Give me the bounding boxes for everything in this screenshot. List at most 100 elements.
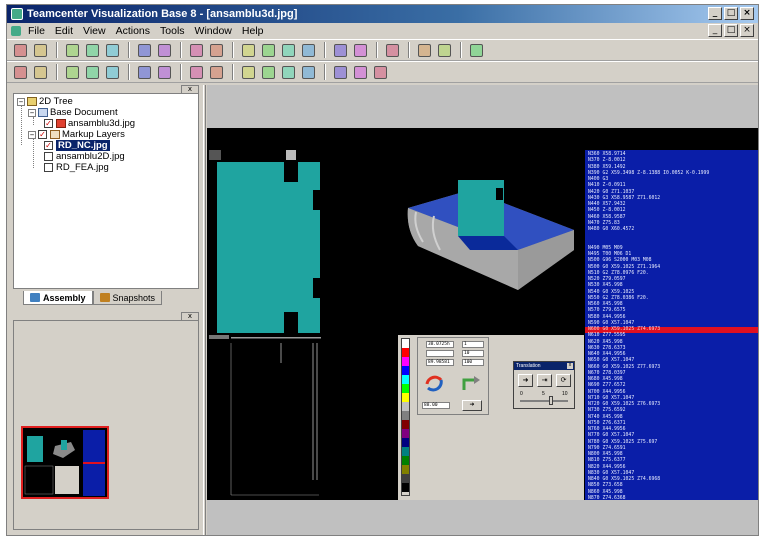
color-swatch[interactable] <box>402 447 409 456</box>
color-swatch[interactable] <box>402 411 409 420</box>
rect-button[interactable] <box>83 63 101 81</box>
find-button[interactable] <box>207 41 225 59</box>
color-swatch[interactable] <box>402 393 409 402</box>
view-button[interactable] <box>351 63 369 81</box>
translate-reset-button[interactable]: ⟳ <box>556 374 571 387</box>
translation-close-button[interactable]: x <box>567 363 573 369</box>
translation-dialog-title[interactable]: Translation x <box>514 362 574 370</box>
assembly-button[interactable] <box>239 41 257 59</box>
collapse-icon[interactable]: − <box>28 108 36 117</box>
tree-layer-item[interactable]: RD_FEA.jpg <box>44 162 109 173</box>
menu-file[interactable]: File <box>23 25 50 37</box>
color-swatch[interactable] <box>402 429 409 438</box>
tree-root[interactable]: − 2D Tree <box>17 96 73 107</box>
copy-button[interactable] <box>83 41 101 59</box>
checkbox-checked-icon[interactable]: ✓ <box>38 130 47 139</box>
checkbox-unchecked-icon[interactable] <box>44 152 53 161</box>
translate-right-button[interactable]: ➜ <box>518 374 533 387</box>
translation-slider-track[interactable] <box>520 400 568 402</box>
page-thumbnail[interactable] <box>21 426 109 499</box>
menu-help[interactable]: Help <box>237 25 269 37</box>
move-icon[interactable] <box>460 370 484 394</box>
property-field[interactable]: 1 <box>462 341 484 348</box>
nc-program-listing[interactable]: N360 X58.9714 N370 Z-8.0012 N380 X59.1492 N… <box>585 150 758 500</box>
property-field[interactable]: 38.0725h <box>426 341 454 348</box>
document-minimize-button[interactable]: _ <box>708 24 722 37</box>
close-button[interactable]: × <box>740 7 754 20</box>
print-button[interactable] <box>187 41 205 59</box>
color-swatch[interactable] <box>402 366 409 375</box>
menu-edit[interactable]: Edit <box>50 25 78 37</box>
select-box-button[interactable] <box>103 63 121 81</box>
gear-button[interactable] <box>279 41 297 59</box>
restore-button[interactable]: □ <box>724 7 738 20</box>
tab-assembly[interactable]: Assembly <box>23 291 93 305</box>
gear2-button[interactable] <box>299 41 317 59</box>
color-swatch[interactable] <box>402 420 409 429</box>
rotate-icon[interactable] <box>422 370 446 394</box>
select-button[interactable] <box>415 41 433 59</box>
layer1-button[interactable] <box>239 63 257 81</box>
color-palette[interactable] <box>401 338 410 496</box>
color-swatch[interactable] <box>402 384 409 393</box>
zoom-in-button[interactable] <box>187 63 205 81</box>
undo-button[interactable] <box>135 41 153 59</box>
collapse-icon[interactable]: − <box>17 97 25 106</box>
property-field[interactable]: 100 <box>462 359 484 366</box>
fit-button[interactable] <box>31 63 49 81</box>
tree-base-file[interactable]: ✓ ansamblu3d.jpg <box>44 118 135 129</box>
color-swatch[interactable] <box>402 456 409 465</box>
tree-layer-item[interactable]: ✓ RD_NC.jpg <box>44 140 110 151</box>
title-bar[interactable]: Teamcenter Visualization Base 8 - [ansam… <box>7 5 758 23</box>
snapshot-button[interactable] <box>331 63 349 81</box>
color-swatch[interactable] <box>402 474 409 483</box>
tab-snapshots[interactable]: Snapshots <box>92 291 163 305</box>
document-close-button[interactable]: × <box>740 24 754 37</box>
color-swatch[interactable] <box>402 357 409 366</box>
cut-button[interactable] <box>63 41 81 59</box>
view2-button[interactable] <box>371 63 389 81</box>
property-field[interactable]: 88.00 <box>422 402 450 409</box>
layer4-button[interactable] <box>299 63 317 81</box>
checkbox-checked-icon[interactable]: ✓ <box>44 119 53 128</box>
pan-button[interactable] <box>135 63 153 81</box>
open-button[interactable] <box>11 41 29 59</box>
monitor-button[interactable] <box>383 41 401 59</box>
document-restore-button[interactable]: □ <box>724 24 738 37</box>
layer2-button[interactable] <box>259 63 277 81</box>
panel-splitter[interactable] <box>203 85 206 535</box>
group-button[interactable] <box>331 41 349 59</box>
checkbox-unchecked-icon[interactable] <box>44 163 53 172</box>
color-swatch[interactable] <box>402 375 409 384</box>
zoom-out-button[interactable] <box>207 63 225 81</box>
tree-markup-layers[interactable]: − ✓ Markup Layers <box>28 129 125 140</box>
property-field[interactable]: 89.98581 <box>426 359 454 366</box>
ungroup-button[interactable] <box>351 41 369 59</box>
minimize-button[interactable]: _ <box>708 7 722 20</box>
save-button[interactable] <box>31 41 49 59</box>
redo-button[interactable] <box>155 41 173 59</box>
menu-actions[interactable]: Actions <box>111 25 155 37</box>
document-system-icon[interactable] <box>11 26 21 36</box>
tree-layer-item[interactable]: ansamblu2D.jpg <box>44 151 125 162</box>
color-swatch[interactable] <box>402 465 409 474</box>
paste-button[interactable] <box>103 41 121 59</box>
layer3-button[interactable] <box>279 63 297 81</box>
page-button[interactable] <box>467 41 485 59</box>
nc-line[interactable]: N870 Z74.6368 <box>588 496 755 500</box>
line-button[interactable] <box>63 63 81 81</box>
vertical-pan-button[interactable] <box>155 63 173 81</box>
color-swatch[interactable] <box>402 483 409 492</box>
tree-base-document[interactable]: − Base Document <box>28 107 118 118</box>
apply-arrow-button[interactable]: ➜ <box>462 400 482 411</box>
image-viewer[interactable]: 38.0725h 1 10 89.98581 100 88.00 ➜ N360 … <box>207 150 758 500</box>
part-button[interactable] <box>259 41 277 59</box>
color-swatch[interactable] <box>402 402 409 411</box>
menu-window[interactable]: Window <box>190 25 237 37</box>
color-swatch[interactable] <box>402 348 409 357</box>
property-field[interactable] <box>426 350 454 357</box>
zoom-button[interactable] <box>435 41 453 59</box>
translation-slider-thumb[interactable] <box>549 396 553 405</box>
translate-step-button[interactable]: ⇥ <box>537 374 552 387</box>
color-swatch[interactable] <box>402 339 409 348</box>
